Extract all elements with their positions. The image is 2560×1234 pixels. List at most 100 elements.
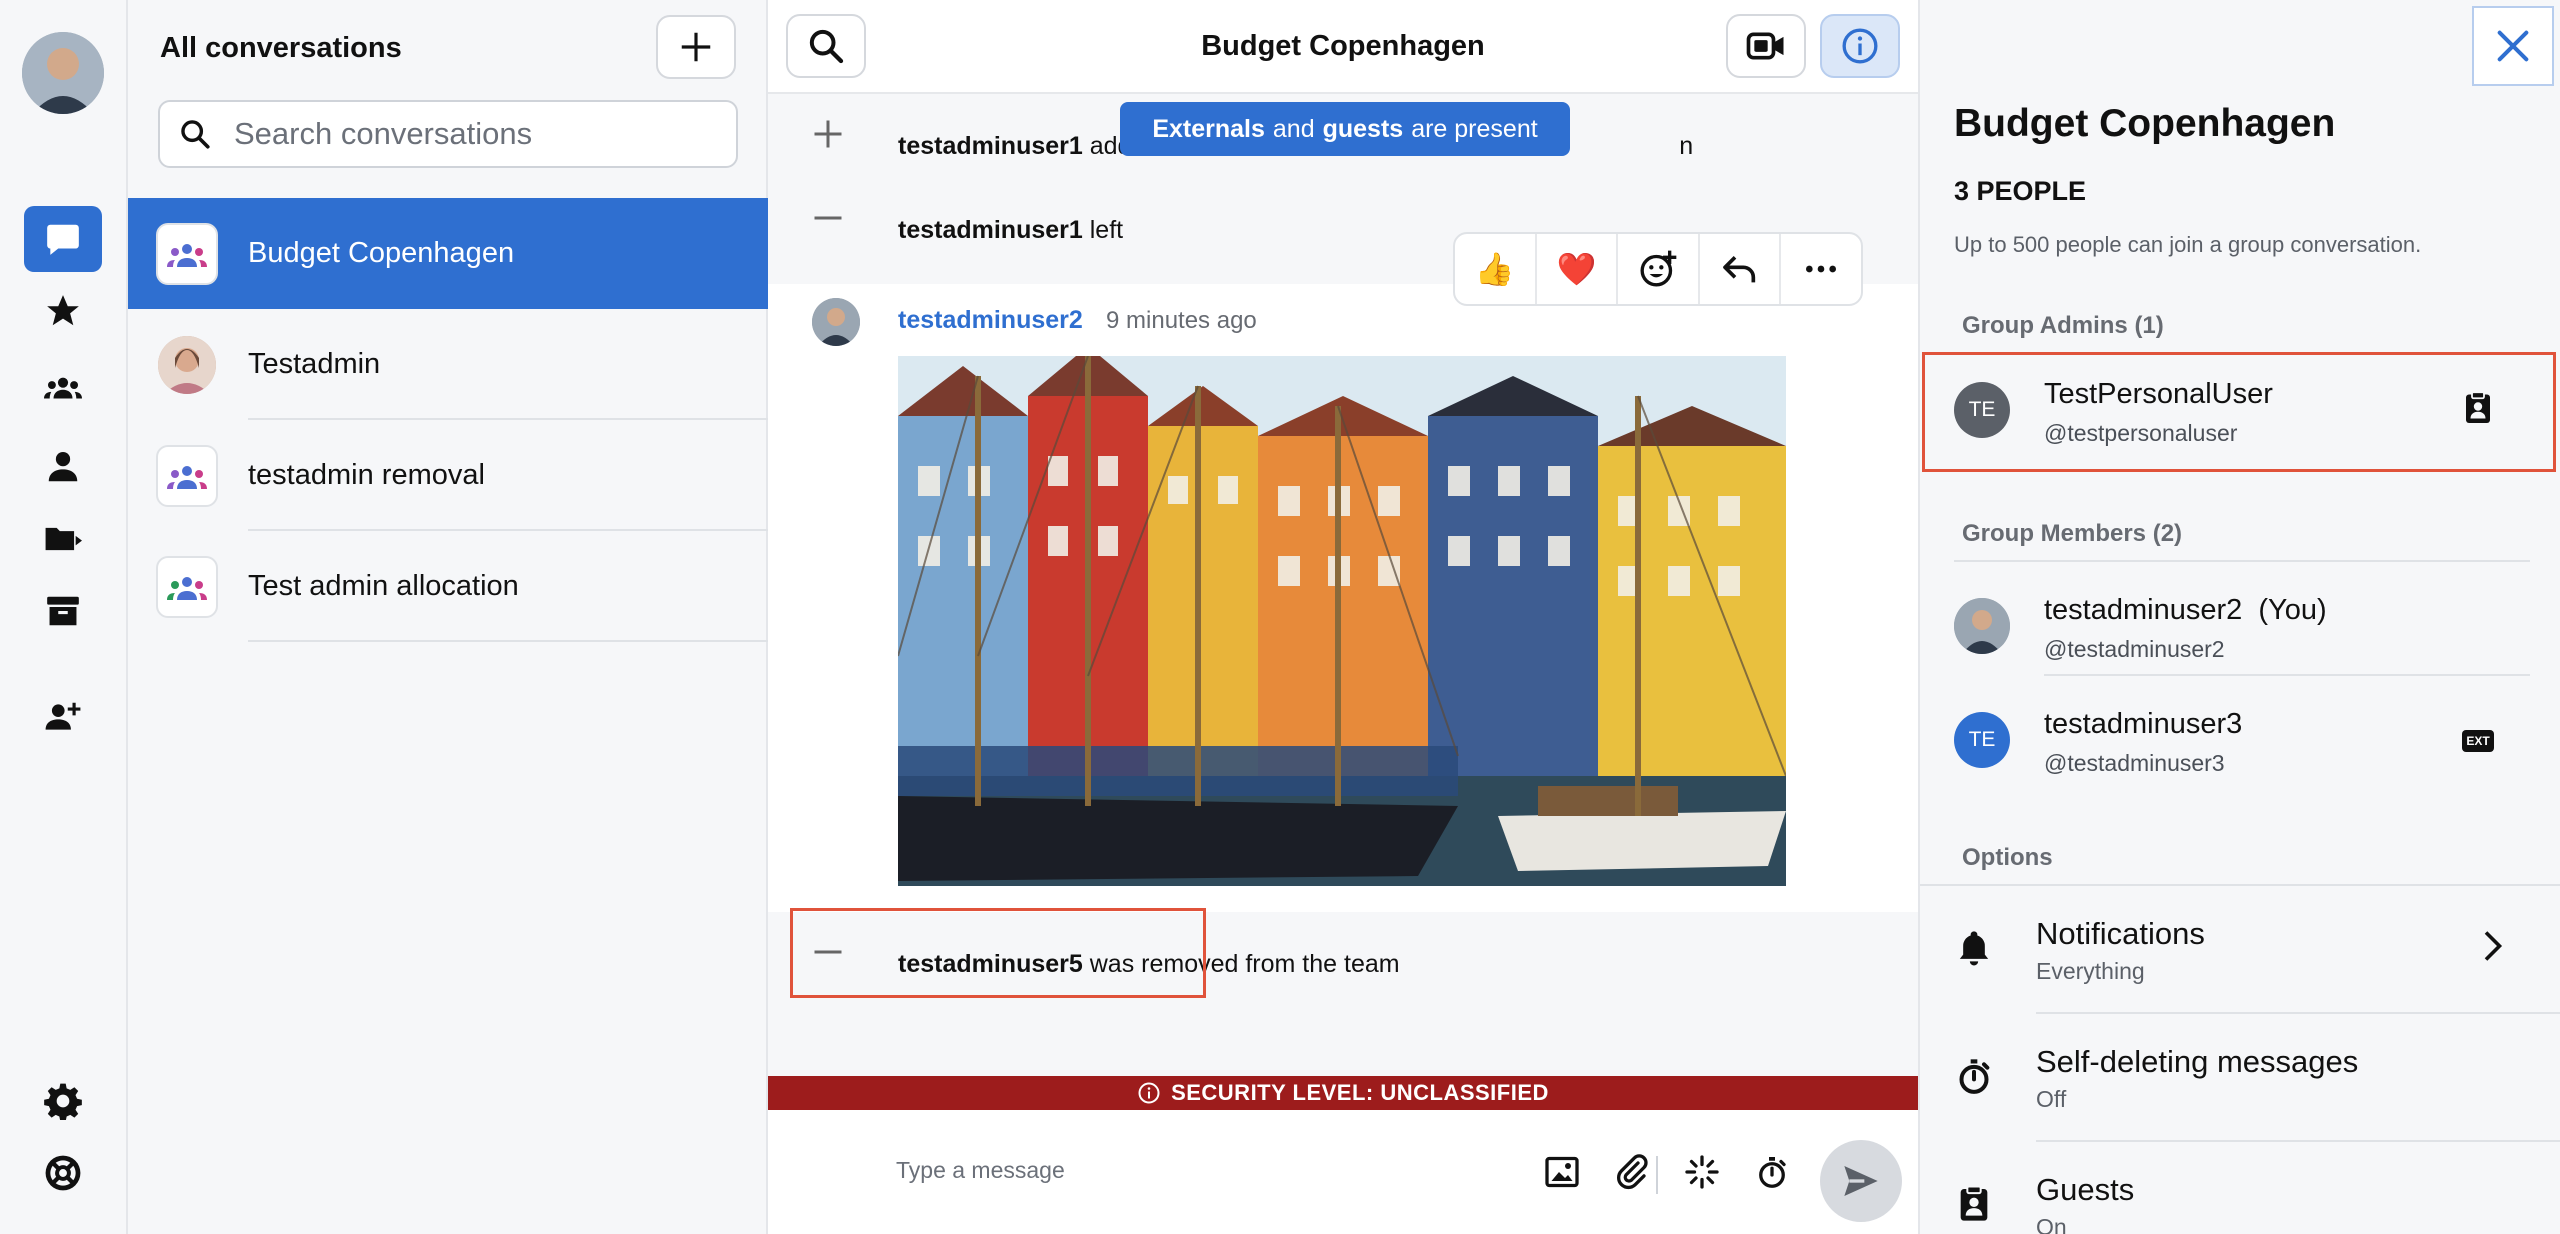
group-icon — [167, 576, 207, 600]
option-title: Notifications — [2036, 916, 2205, 951]
externals-guests-banner: Externals and guests are present — [1120, 102, 1570, 156]
bell-icon — [1959, 931, 1989, 966]
banner-present: are present — [1411, 114, 1538, 143]
heart-reaction-button[interactable]: ❤️ — [1537, 234, 1619, 304]
icon-rail — [0, 0, 128, 1234]
conversation-details-panel: Budget Copenhagen 3 PEOPLE Up to 500 peo… — [1918, 0, 2560, 1234]
conversations-nav[interactable] — [24, 206, 102, 272]
member-avatar: TE — [1954, 712, 2010, 768]
timer-icon — [1959, 1059, 1990, 1094]
group-icon — [167, 465, 207, 489]
person-icon — [48, 451, 78, 482]
folders-nav[interactable] — [24, 506, 102, 572]
timer-button[interactable] — [1750, 1150, 1794, 1194]
system-message-tail: n — [1679, 132, 1694, 160]
info-icon — [1138, 1082, 1160, 1104]
option-title: Guests — [2036, 1172, 2135, 1207]
conversation-item[interactable]: Test admin allocation — [128, 531, 768, 642]
member-name: testadminuser2 (You) — [2044, 594, 2327, 626]
banner-and: and — [1272, 114, 1315, 143]
reply-icon — [1722, 256, 1755, 283]
conversation-label: testadmin removal — [248, 459, 485, 491]
group-avatar — [156, 555, 218, 618]
minus-icon — [814, 216, 842, 220]
favorites-nav[interactable] — [24, 278, 102, 344]
video-camera-icon — [1746, 32, 1784, 60]
self-deleting-messages-option[interactable]: Self-deleting messages Off — [1920, 1014, 2560, 1140]
conversation-label: Test admin allocation — [248, 570, 519, 602]
thumbs-up-reaction-button[interactable]: 👍 — [1455, 234, 1537, 304]
reply-button[interactable] — [1700, 234, 1782, 304]
image-icon — [1545, 1156, 1579, 1188]
send-icon — [1844, 1166, 1878, 1196]
video-call-button[interactable] — [1726, 14, 1806, 78]
sender-avatar[interactable] — [812, 298, 860, 346]
search-input[interactable] — [234, 116, 714, 152]
option-value: Off — [2036, 1086, 2067, 1112]
highlight-frame — [790, 908, 1206, 998]
message-list[interactable]: testadminuser1 addedn Externals and gues… — [768, 94, 1918, 1076]
emoji-add-icon — [1640, 250, 1677, 287]
conversation-info-button[interactable] — [1820, 14, 1900, 78]
close-icon — [2497, 30, 2529, 62]
message-composer — [768, 1110, 1918, 1234]
attach-file-button[interactable] — [1610, 1150, 1654, 1194]
new-conversation-button[interactable] — [656, 15, 736, 79]
info-icon — [1842, 28, 1878, 64]
conversation-item[interactable]: testadmin removal — [128, 420, 768, 531]
paperclip-icon — [1617, 1154, 1648, 1190]
highlight-frame — [1922, 352, 2556, 472]
star-icon — [47, 295, 79, 326]
more-dots-icon — [1806, 265, 1837, 273]
settings-nav[interactable] — [24, 1068, 102, 1134]
group-icon — [44, 377, 82, 399]
more-options-button[interactable] — [1781, 234, 1861, 304]
system-message-user: testadminuser1 — [898, 216, 1083, 244]
ping-button[interactable] — [1680, 1150, 1724, 1194]
message-sender[interactable]: testadminuser2 — [898, 306, 1083, 335]
conversation-item[interactable]: Testadmin — [128, 309, 768, 420]
group-avatar — [156, 444, 218, 507]
message-image[interactable] — [898, 356, 1786, 886]
notifications-option[interactable]: Notifications Everything — [1920, 886, 2560, 1012]
banner-externals: Externals — [1152, 114, 1265, 143]
group-avatar — [156, 222, 218, 285]
external-badge: EXT — [2462, 730, 2494, 752]
people-nav[interactable] — [24, 434, 102, 500]
group-size-description: Up to 500 people can join a group conver… — [1954, 232, 2422, 257]
people-count: 3 PEOPLE — [1954, 176, 2087, 206]
person-avatar — [158, 335, 216, 394]
connect-nav[interactable] — [24, 684, 102, 750]
add-person-icon — [45, 702, 81, 730]
guests-option[interactable]: Guests On — [1920, 1142, 2560, 1234]
close-details-button[interactable] — [2472, 6, 2554, 86]
option-value: On — [2036, 1214, 2067, 1234]
timer-icon — [1759, 1157, 1786, 1188]
message-input[interactable] — [896, 1150, 1496, 1190]
conversation-list-panel: All conversations Budget Copenhagen Test… — [128, 0, 768, 1234]
message-time: 9 minutes ago — [1106, 307, 1257, 334]
chat-header: Budget Copenhagen — [768, 0, 1918, 94]
group-icon — [167, 243, 207, 267]
group-members-header: Group Members (2) — [1962, 520, 2183, 547]
member-name: testadminuser3 — [2044, 708, 2243, 740]
support-nav[interactable] — [24, 1140, 102, 1206]
image-upload-button[interactable] — [1540, 1150, 1584, 1194]
groups-nav[interactable] — [24, 356, 102, 422]
archive-nav[interactable] — [24, 578, 102, 644]
security-level-text: SECURITY LEVEL: UNCLASSIFIED — [1171, 1080, 1549, 1105]
user-avatar[interactable] — [22, 32, 104, 114]
member-row[interactable]: testadminuser2 (You) @testadminuser2 — [1920, 570, 2560, 682]
lifebuoy-icon — [45, 1155, 81, 1191]
group-admins-header: Group Admins (1) — [1962, 312, 2164, 339]
send-button[interactable] — [1820, 1140, 1902, 1222]
plus-icon — [681, 32, 711, 62]
member-row[interactable]: TE testadminuser3 @testadminuser3 EXT — [1920, 684, 2560, 796]
option-value: Everything — [2036, 958, 2145, 984]
message-actions-bar: 👍 ❤️ — [1453, 232, 1863, 306]
chat-bubble-icon — [47, 224, 79, 255]
conversation-label: Testadmin — [248, 348, 381, 380]
conversation-item[interactable]: Budget Copenhagen — [128, 198, 768, 309]
add-reaction-button[interactable] — [1618, 234, 1700, 304]
chat-panel: Budget Copenhagen testadminuser1 addedn … — [768, 0, 1918, 1234]
